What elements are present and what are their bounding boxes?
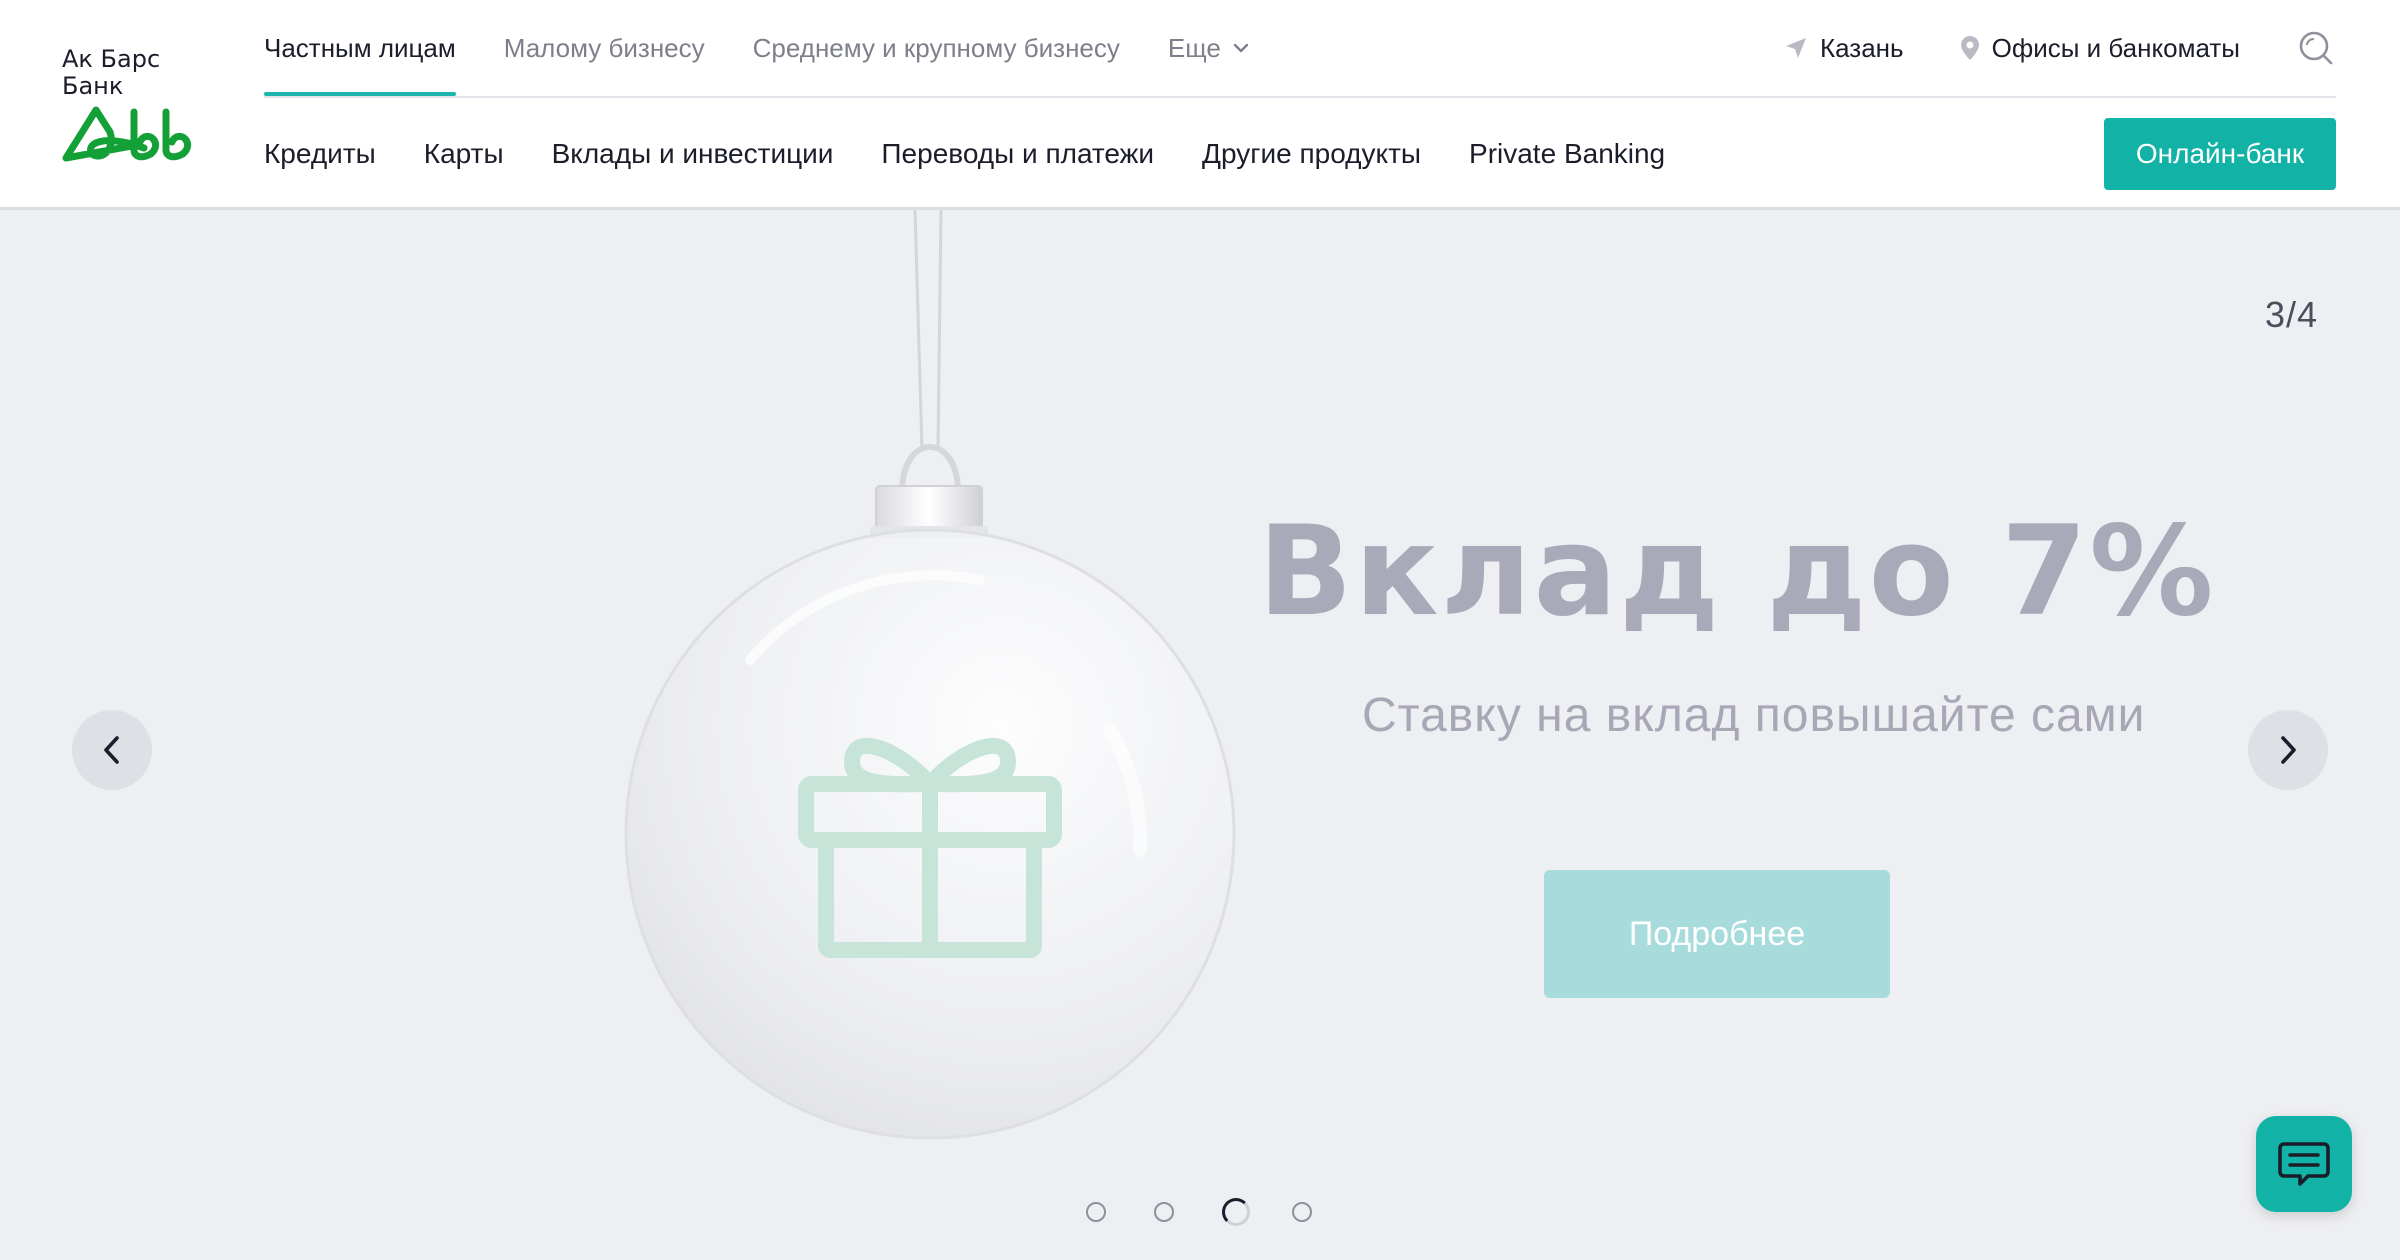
carousel-dot-1[interactable] xyxy=(1086,1202,1106,1222)
segment-label: Среднему и крупному бизнесу xyxy=(752,32,1120,63)
segment-label: Малому бизнесу xyxy=(503,32,705,63)
hero-carousel: 3/4 Вклад до 7% Ставку на вклад повышайт… xyxy=(0,210,2400,1260)
segment-nav: Частным лицам Малому бизнесу Среднему и … xyxy=(264,0,1297,96)
carousel-dot-3-active[interactable] xyxy=(1222,1198,1250,1226)
city-label: Казань xyxy=(1819,32,1904,63)
carousel-dot-2[interactable] xyxy=(1154,1202,1174,1222)
carousel-next-button[interactable] xyxy=(2248,710,2328,790)
akbars-logo-icon xyxy=(62,106,192,162)
segment-corporate[interactable]: Среднему и крупному бизнесу xyxy=(753,0,1120,96)
carousel-dots xyxy=(1086,1198,1360,1226)
logo-text-line1: Ак Барс xyxy=(62,45,161,73)
nav-transfers[interactable]: Переводы и платежи xyxy=(881,138,1154,170)
offices-link[interactable]: Офисы и банкоматы xyxy=(1960,33,2240,64)
main-nav: Кредиты Карты Вклады и инвестиции Перево… xyxy=(264,122,1713,186)
search-icon xyxy=(2299,31,2333,65)
segment-small-business[interactable]: Малому бизнесу xyxy=(504,0,705,96)
nav-private-banking[interactable]: Private Banking xyxy=(1469,138,1665,170)
chevron-down-icon xyxy=(1233,43,1249,53)
header-utilities: Казань Офисы и банкоматы xyxy=(1784,0,2336,96)
logo[interactable]: Ак Барс Банк xyxy=(62,46,222,166)
segment-label: Еще xyxy=(1167,32,1221,63)
chevron-right-icon xyxy=(2281,736,2296,764)
chat-button[interactable] xyxy=(2256,1116,2352,1212)
carousel-prev-button[interactable] xyxy=(72,710,152,790)
segment-more[interactable]: Еще xyxy=(1168,0,1249,96)
more-button[interactable]: Подробнее xyxy=(1544,870,1890,998)
christmas-ornament-icon xyxy=(624,210,1236,1140)
city-selector[interactable]: Казань xyxy=(1784,33,1904,64)
header-divider xyxy=(264,96,2336,98)
slide-counter: 3/4 xyxy=(2264,294,2318,335)
location-arrow-icon xyxy=(1785,38,1806,58)
hero-headline: Вклад до 7% xyxy=(1258,500,2216,644)
chevron-left-icon xyxy=(104,736,119,764)
nav-deposits[interactable]: Вклады и инвестиции xyxy=(552,138,834,170)
nav-credits[interactable]: Кредиты xyxy=(264,138,376,170)
segment-label: Частным лицам xyxy=(264,32,456,63)
site-header: Ак Барс Банк Частным лицам Малому бизнес… xyxy=(0,0,2400,210)
nav-cards[interactable]: Карты xyxy=(424,138,504,170)
chat-icon xyxy=(2278,1142,2330,1186)
online-bank-button[interactable]: Онлайн-банк xyxy=(2104,118,2336,190)
carousel-dot-4[interactable] xyxy=(1292,1202,1312,1222)
map-pin-icon xyxy=(1960,36,1979,60)
search-button[interactable] xyxy=(2296,28,2336,68)
offices-label: Офисы и банкоматы xyxy=(1991,32,2240,63)
segment-private[interactable]: Частным лицам xyxy=(264,0,456,96)
nav-other-products[interactable]: Другие продукты xyxy=(1202,138,1421,170)
logo-text-line2: Банк xyxy=(62,72,124,100)
hero-subline: Ставку на вклад повышайте сами xyxy=(1362,689,2146,742)
